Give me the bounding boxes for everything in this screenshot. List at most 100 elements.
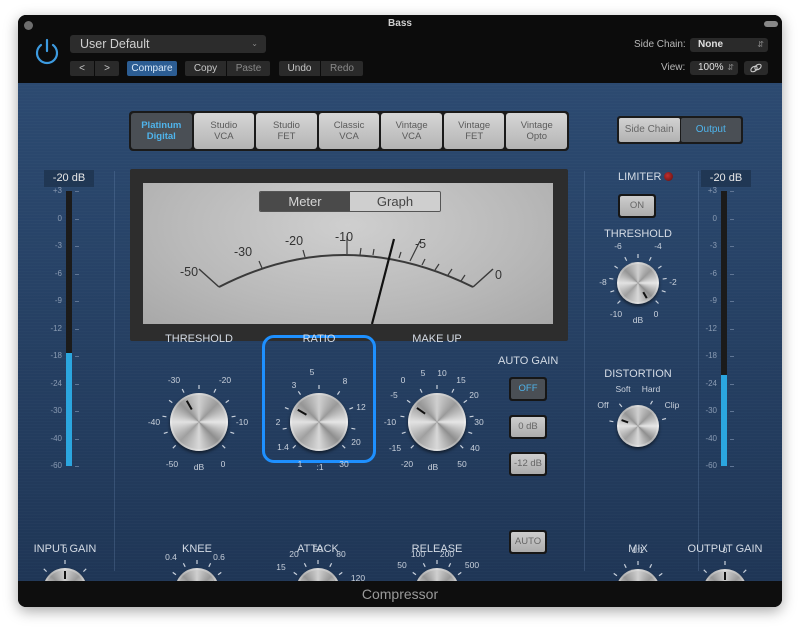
knob-tick: [341, 444, 346, 449]
knob-scale-label: -2: [669, 277, 677, 287]
auto-gain-minus12-label: -12 dB: [511, 454, 545, 474]
vu-tick: [447, 268, 453, 276]
knob-scale-label: -30: [167, 375, 181, 385]
auto-gain-off-label: OFF: [511, 379, 545, 399]
threshold-knob[interactable]: [170, 393, 228, 451]
meter-tick: [730, 273, 734, 275]
distortion-knob[interactable]: [617, 405, 659, 447]
ratio-knob[interactable]: [290, 393, 348, 451]
makeup-knob[interactable]: [408, 393, 466, 451]
output-level-readout: -20 dB: [701, 170, 751, 187]
meter-tick: [730, 383, 734, 385]
meter-tick: [75, 383, 79, 385]
divider: [584, 171, 585, 571]
knob-pointer: [64, 571, 66, 579]
knob-tick: [459, 444, 464, 449]
auto-release-button[interactable]: AUTO: [509, 530, 547, 554]
knob-scale-label: Soft: [615, 384, 631, 394]
meter-scale-label: -24: [705, 378, 717, 388]
distortion-title: DISTORTION: [604, 368, 672, 380]
meter-scale-label: 0: [712, 213, 717, 223]
meter-tick: [75, 328, 79, 330]
vu-arc: [218, 254, 474, 288]
knob-scale-label: -40: [147, 417, 161, 427]
knob-tick: [293, 571, 298, 576]
knob-scale-label: 3: [291, 380, 297, 390]
circuit-button-studio-fet[interactable]: Studio FET: [256, 113, 317, 149]
redo-button[interactable]: Redo: [321, 61, 363, 76]
vu-scale-label: 0: [495, 268, 502, 282]
meter-tick: [730, 328, 734, 330]
circuit-button-vintage-fet[interactable]: Vintage FET: [443, 113, 505, 149]
view-zoom-select[interactable]: 100% ⇵: [690, 61, 738, 75]
meter-scale-label: -3: [709, 241, 717, 250]
meter-level-fill: [721, 375, 727, 466]
next-preset-button[interactable]: >: [95, 61, 119, 76]
circuit-label: FET: [465, 131, 484, 142]
copy-button[interactable]: Copy: [185, 61, 226, 76]
meter-tick: [75, 273, 79, 275]
knob-pointer: [642, 291, 648, 299]
meter-scale-label: -6: [709, 268, 717, 278]
link-button[interactable]: [744, 61, 768, 75]
knob-scale-label: 0: [400, 375, 406, 385]
meter-scale-label: -12: [705, 323, 717, 333]
knob-tick: [609, 420, 614, 423]
undo-button[interactable]: Undo: [279, 61, 320, 76]
knob-scale-label: 0: [62, 545, 68, 555]
meter-scale-label: -12: [50, 323, 62, 333]
knob-scale-label: -8: [599, 277, 607, 287]
circuit-label: VCA: [214, 131, 234, 142]
knob-scale-label: -10: [383, 417, 397, 427]
knob-scale-label: -50: [165, 459, 179, 469]
knob-tick: [168, 399, 173, 404]
knob-tick: [422, 562, 426, 568]
circuit-button-classic-vca[interactable]: Classic VCA: [318, 113, 380, 149]
circuit-label: Studio: [210, 120, 238, 131]
knob-tick: [613, 572, 618, 577]
circuit-label: Classic: [333, 120, 365, 131]
limiter-led-icon: [664, 172, 673, 181]
knob-scale-label: -20: [218, 375, 232, 385]
knob-tick: [163, 431, 168, 435]
compare-button[interactable]: Compare: [127, 61, 177, 76]
side-chain-select[interactable]: None ⇵: [690, 38, 768, 52]
limiter-title: LIMITER: [618, 171, 662, 183]
threshold-title: THRESHOLD: [165, 333, 233, 345]
knob-scale-label: Clip: [664, 400, 680, 410]
limiter-on-button[interactable]: ON: [618, 194, 656, 218]
circuit-button-vintage-opto[interactable]: Vintage Opto: [506, 113, 568, 149]
side-chain-tab[interactable]: Side Chain: [619, 118, 680, 142]
knob-tick: [182, 562, 186, 568]
knob-scale-label: 200: [439, 549, 455, 559]
knob-tick: [468, 431, 473, 435]
meter-scale-label: -18: [705, 351, 717, 360]
circuit-button-vintage-vca[interactable]: Vintage VCA: [381, 113, 442, 149]
meter-tick: [730, 218, 734, 220]
knob-scale-label: 15: [276, 562, 286, 572]
divider: [698, 171, 699, 571]
preset-dropdown[interactable]: User Default ⌄: [70, 35, 266, 53]
meter-scale-label: -60: [705, 461, 717, 470]
knob-tick: [617, 300, 621, 304]
vu-tick: [258, 260, 263, 269]
auto-gain-minus12-button[interactable]: -12 dB: [509, 452, 547, 476]
auto-gain-0db-label: 0 dB: [511, 417, 545, 437]
power-icon[interactable]: [32, 37, 62, 67]
vu-meter-face: Meter Graph -50 -30 -20 -10 -5 0: [143, 183, 553, 324]
output-tab[interactable]: Output: [680, 118, 741, 142]
limiter-threshold-knob[interactable]: [617, 262, 659, 304]
circuit-button-platinum-digital[interactable]: Platinum Digital: [131, 113, 192, 149]
knob-unit-label: dB: [193, 462, 205, 472]
vu-meter-frame: Meter Graph -50 -30 -20 -10 -5 0: [130, 169, 568, 341]
knob-tick: [610, 290, 615, 293]
knob-unit-label: :1: [316, 462, 324, 472]
meter-scale-label: +3: [52, 186, 62, 195]
circuit-button-studio-vca[interactable]: Studio VCA: [193, 113, 255, 149]
auto-gain-0db-button[interactable]: 0 dB: [509, 415, 547, 439]
paste-button[interactable]: Paste: [227, 61, 270, 76]
knob-tick: [419, 388, 423, 393]
auto-gain-off-button[interactable]: OFF: [509, 377, 547, 401]
auto-release-label: AUTO: [511, 532, 545, 552]
previous-preset-button[interactable]: <: [70, 61, 94, 76]
